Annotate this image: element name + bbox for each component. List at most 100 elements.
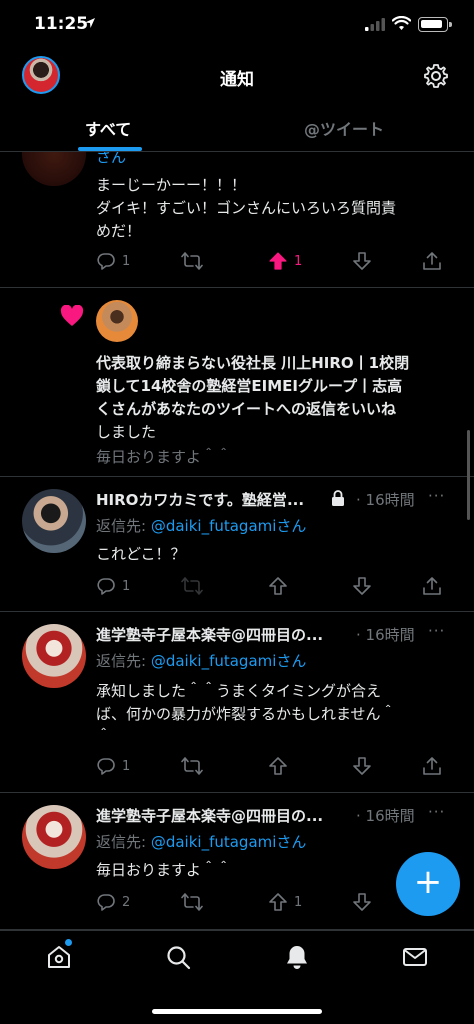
tweet-actions: 1 — [96, 576, 456, 598]
settings-gear-icon[interactable] — [423, 63, 449, 89]
tweet-text: まーじーかーー！！！ ダイキ！すごい！ゴンさんにいろいろ質問責 めだ！ — [96, 174, 456, 243]
author-name[interactable]: HIROカワカミです。塾経営... — [96, 489, 304, 510]
compose-icon: + — [413, 862, 443, 902]
top-navigation-bar: 通知 — [0, 50, 474, 102]
notification-text-line: しました — [96, 423, 157, 441]
upvote-button[interactable] — [268, 576, 288, 596]
upvote-icon — [269, 757, 287, 775]
tweet-text-line: めだ！ — [96, 222, 142, 240]
downvote-button[interactable] — [352, 251, 372, 271]
share-icon — [423, 577, 441, 595]
tweet-text-line: これどこ！？ — [96, 545, 186, 563]
tweet-item[interactable]: さん まーじーかーー！！！ ダイキ！すごい！ゴンさんにいろいろ質問責 めだ！ 1… — [0, 152, 474, 288]
reply-handle[interactable]: @daiki_futagamiさん — [151, 652, 307, 670]
reply-button[interactable]: 1 — [96, 756, 130, 776]
reply-handle[interactable]: @daiki_futagamiさん — [151, 833, 307, 851]
more-options-icon[interactable]: ··· — [428, 622, 445, 640]
share-button[interactable] — [422, 251, 442, 271]
downvote-icon — [353, 757, 371, 775]
retweet-icon — [181, 757, 203, 775]
quoted-text: 毎日おりますよ＾＾ — [96, 448, 232, 466]
location-arrow-icon — [85, 18, 95, 28]
reply-icon — [97, 253, 115, 270]
notification-text-line: 鎖して14校舎の塾経営EIMEIグループ丨志高 — [96, 377, 403, 395]
upvote-icon — [269, 252, 287, 270]
wifi-icon — [392, 16, 411, 30]
upvote-icon — [269, 893, 287, 911]
share-button[interactable] — [422, 576, 442, 596]
status-bar: 11:25 — [0, 0, 474, 50]
avatar[interactable] — [22, 489, 86, 553]
reply-button[interactable]: 1 — [96, 576, 130, 596]
home-icon[interactable] — [46, 944, 72, 970]
timestamp: · 16時間 — [356, 491, 415, 509]
search-icon[interactable] — [165, 944, 191, 970]
more-options-icon[interactable]: ··· — [428, 487, 445, 505]
notification-text: 代表取り締まらない役社長 川上HIRO丨1校閉 鎖して14校舎の塾経営EIMEI… — [96, 352, 456, 444]
upvote-button[interactable]: 1 — [268, 251, 302, 271]
timestamp: · 16時間 — [356, 626, 415, 644]
tweet-item[interactable]: 進学塾寺子屋本楽寺@四冊目の... · 16時間 ··· 返信先: @daiki… — [0, 793, 474, 930]
retweet-button[interactable] — [181, 251, 203, 271]
retweet-button[interactable] — [181, 892, 203, 912]
downvote-button[interactable] — [352, 576, 372, 596]
tab-all[interactable]: すべて — [85, 116, 131, 140]
mail-icon[interactable] — [402, 944, 428, 970]
retweet-icon — [181, 893, 203, 911]
more-options-icon[interactable]: ··· — [428, 803, 445, 821]
avatar[interactable] — [96, 300, 138, 342]
tweet-item[interactable]: HIROカワカミです。塾経営... · 16時間 ··· 返信先: @daiki… — [0, 477, 474, 612]
compose-button[interactable]: + — [396, 852, 460, 916]
upvote-button[interactable]: 1 — [268, 892, 302, 912]
like-notification[interactable]: 代表取り締まらない役社長 川上HIRO丨1校閉 鎖して14校舎の塾経営EIMEI… — [0, 288, 474, 477]
status-time: 11:25 — [34, 14, 89, 34]
reply-count: 1 — [122, 253, 131, 269]
reply-handle[interactable]: @daiki_futagamiさん — [151, 517, 307, 535]
share-icon — [423, 757, 441, 775]
downvote-button[interactable] — [352, 756, 372, 776]
retweet-button[interactable] — [181, 756, 203, 776]
tweet-text: これどこ！？ — [96, 543, 456, 566]
bottom-tab-bar — [0, 930, 474, 1024]
tweet-text-line: ば、何かの暴力が炸裂するかもしれません＾ — [96, 705, 396, 723]
notification-feed[interactable]: さん まーじーかーー！！！ ダイキ！すごい！ゴンさんにいろいろ質問責 めだ！ 1… — [0, 152, 474, 930]
page-title: 通知 — [220, 70, 254, 90]
timestamp: · 16時間 — [356, 807, 415, 825]
share-button[interactable] — [422, 756, 442, 776]
reply-context: 返信先: @daiki_futagamiさん — [96, 515, 306, 536]
author-name[interactable]: 進学塾寺子屋本楽寺@四冊目の... — [96, 805, 323, 826]
upvote-count: 1 — [294, 253, 303, 269]
tweet-text: 承知しました＾＾うまくタイミングが合え ば、何かの暴力が炸裂するかもしれません＾… — [96, 680, 456, 749]
downvote-icon — [353, 577, 371, 595]
reply-count: 1 — [122, 578, 131, 594]
upvote-button[interactable] — [268, 756, 288, 776]
downvote-icon — [353, 893, 371, 911]
tab-mentions[interactable]: @ツイート — [304, 116, 384, 140]
upvote-count: 1 — [294, 894, 303, 910]
reply-button[interactable]: 1 — [96, 251, 130, 271]
heart-icon — [60, 305, 84, 326]
tweet-item[interactable]: 進学塾寺子屋本楽寺@四冊目の... · 16時間 ··· 返信先: @daiki… — [0, 612, 474, 793]
reply-count: 2 — [122, 894, 131, 910]
reply-button[interactable]: 2 — [96, 892, 130, 912]
reply-context: 返信先: @daiki_futagamiさん — [96, 831, 306, 852]
tweet-text-line: ダイキ！すごい！ゴンさんにいろいろ質問責 — [96, 199, 397, 217]
author-name[interactable]: 進学塾寺子屋本楽寺@四冊目の... — [96, 624, 323, 645]
reply-context: 返信先: @daiki_futagamiさん — [96, 650, 306, 671]
share-icon — [423, 252, 441, 270]
reply-label: 返信先: — [96, 833, 151, 851]
scrollbar[interactable] — [467, 430, 470, 520]
avatar[interactable] — [22, 624, 86, 688]
cellular-signal-icon — [365, 18, 385, 31]
avatar[interactable] — [22, 152, 86, 186]
reply-count: 1 — [122, 758, 131, 774]
avatar[interactable] — [22, 805, 86, 869]
notification-tabs: すべて @ツイート — [0, 102, 474, 152]
retweet-icon — [181, 252, 203, 270]
tweet-text-line: 承知しました＾＾うまくタイミングが合え — [96, 682, 382, 700]
downvote-button[interactable] — [352, 892, 372, 912]
battery-icon — [418, 17, 452, 32]
retweet-icon — [181, 577, 203, 595]
reply-label: 返信先: — [96, 517, 151, 535]
bell-icon[interactable] — [284, 944, 310, 970]
